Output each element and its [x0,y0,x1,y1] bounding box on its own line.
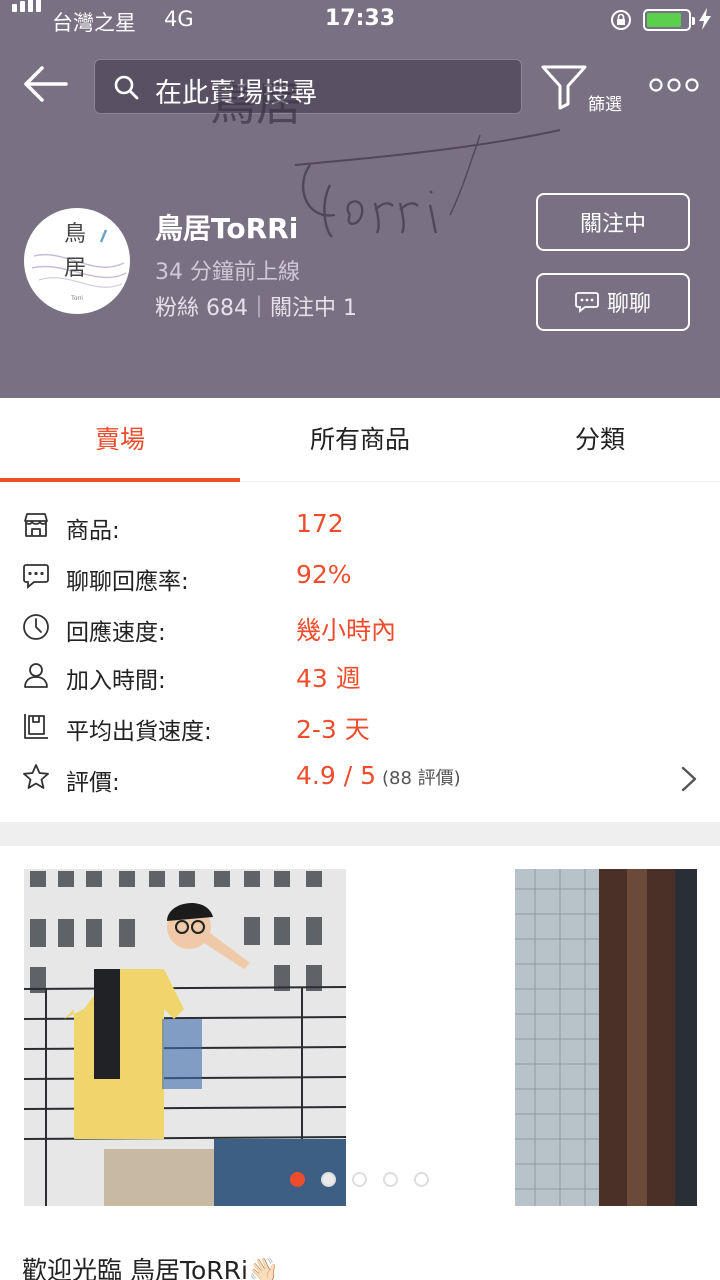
shop-tabs: 賣場 所有商品 分類 [0,398,720,482]
info-value: 2-3 天 [296,715,370,744]
rating-value: 4.9 / 5 [296,761,376,790]
info-value: 幾小時內 [296,616,397,645]
info-label: 平均出貨速度: [66,719,212,745]
info-label: 回應速度: [66,620,166,646]
shop-avatar[interactable]: Torri 鳥居 [24,208,130,314]
section-divider [0,822,720,846]
info-row-response-speed: 回應速度: 幾小時內 [0,601,720,651]
status-bar: 台灣之星 4G 17:33 [0,0,720,40]
info-value: 43 週 [296,664,361,693]
info-label: 加入時間: [66,668,166,694]
shop-banner-carousel[interactable]: 歡迎光臨 鳥居ToRRi👋🏻 [0,846,720,1280]
charging-icon [699,8,711,30]
shop-icon [24,513,48,537]
shop-header: 台灣之星 4G 17:33 在此賣場搜尋 篩選 鳥居 Torri 鳥 居 鳥居T… [0,0,720,398]
rating-count: (88 評價) [381,768,461,789]
info-value: 172 [296,509,344,538]
brand-watermark-chinese: 鳥居 [210,77,302,131]
more-options-icon[interactable] [648,74,700,96]
svg-text:Torri: Torri [71,296,83,302]
chat-icon [575,292,599,313]
star-icon [23,764,49,789]
filter-label: 篩選 [588,95,622,115]
tab-shop[interactable]: 賣場 [0,398,240,482]
info-label: 聊聊回應率: [66,569,189,595]
following-button[interactable]: 關注中 [536,193,690,251]
search-input[interactable]: 在此賣場搜尋 [94,59,522,114]
carousel-dot[interactable] [321,1172,336,1187]
online-status: 34 分鐘前上線 [155,260,300,285]
welcome-message: 歡迎光臨 鳥居ToRRi👋🏻 [22,1256,280,1280]
chat-button[interactable]: 聊聊 [536,273,690,331]
avatar-text: 鳥居 [64,222,87,281]
tab-categories[interactable]: 分類 [480,398,720,482]
battery-icon [643,9,695,31]
banner-photo-wall [515,869,697,1206]
carousel-dot[interactable] [290,1172,305,1187]
tab-all-products[interactable]: 所有商品 [240,398,480,482]
shop-name: 鳥居ToRRi [155,212,299,245]
banner-image[interactable] [24,869,346,1206]
info-label: 評價: [66,770,120,796]
search-icon [114,75,139,100]
info-row-shipping: 平均出貨速度: 2-3 天 [0,700,720,750]
info-row-products: 商品: 172 [0,499,720,549]
info-row-joined: 加入時間: 43 週 [0,649,720,699]
banner-photo-person [24,869,346,1206]
info-row-chat-rate: 聊聊回應率: 92% [0,550,720,600]
chat-bubble-icon [23,564,49,589]
info-label: 商品: [66,518,120,544]
carousel-dot[interactable] [383,1172,398,1187]
user-icon [24,663,48,688]
follower-stats: 粉絲 684｜關注中 1 [155,296,357,321]
back-arrow-icon[interactable] [22,64,68,104]
active-tab-indicator [0,478,240,482]
carousel-dot[interactable] [352,1172,367,1187]
banner-image-next[interactable] [515,869,697,1206]
filter-button[interactable]: 篩選 [540,64,630,116]
chat-button-label: 聊聊 [606,292,651,317]
info-row-rating[interactable]: 評價: 4.9 / 5 (88 評價) [0,751,720,801]
chevron-right-icon[interactable] [680,765,698,793]
info-value: 92% [296,560,352,589]
info-value: 4.9 / 5 (88 評價) [296,761,461,790]
following-button-label: 關注中 [579,212,646,237]
carousel-dot[interactable] [414,1172,429,1187]
rotation-lock-icon [611,10,631,30]
shipping-icon [24,714,48,739]
filter-icon [541,65,587,110]
clock-icon [23,614,49,640]
